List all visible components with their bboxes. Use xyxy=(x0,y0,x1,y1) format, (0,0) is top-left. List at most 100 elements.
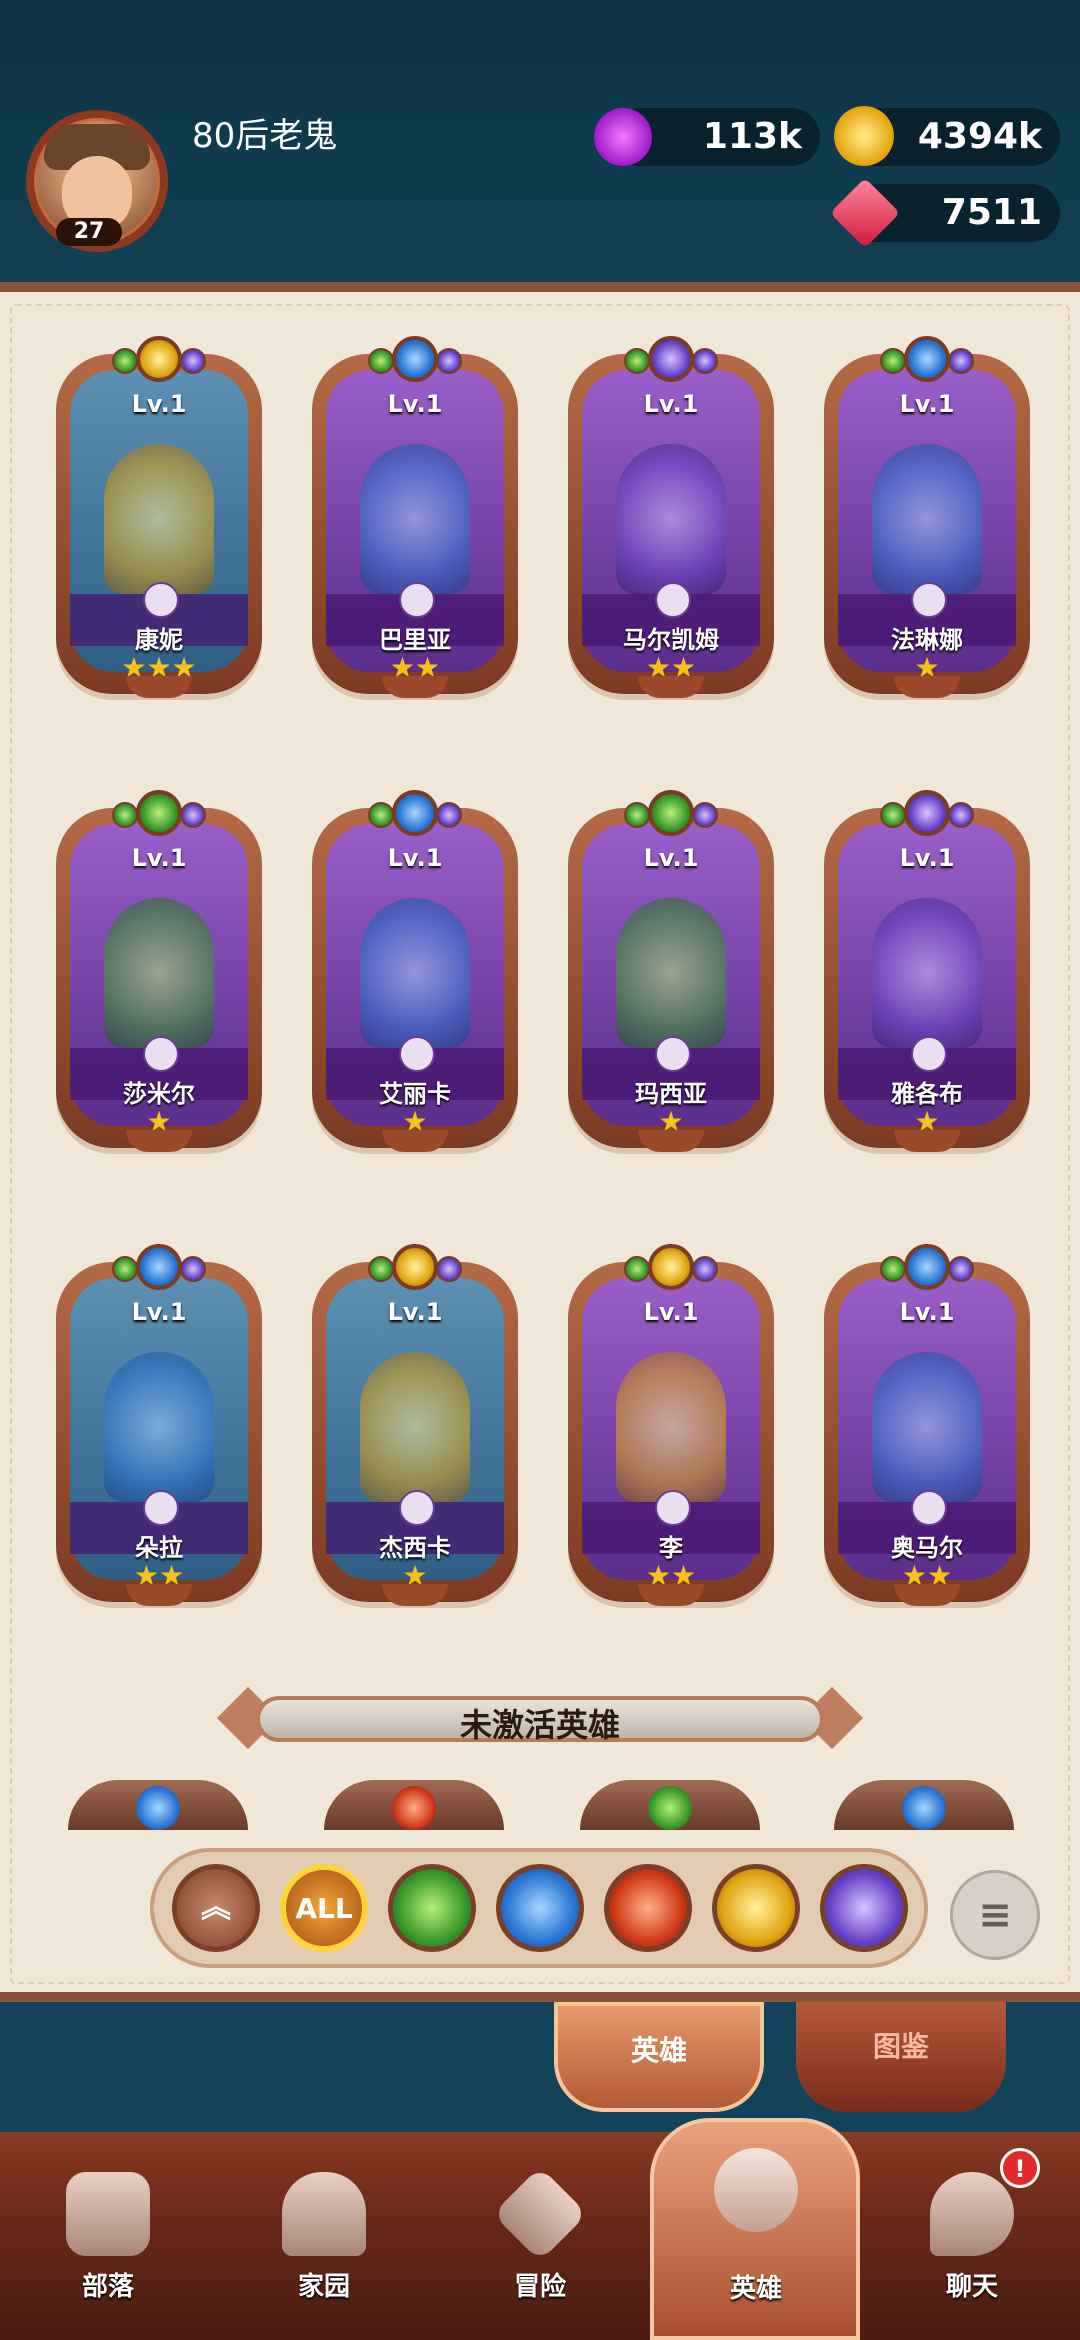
elixir-icon xyxy=(594,108,652,166)
nature-element-icon xyxy=(648,1786,692,1830)
hero-name: 艾丽卡 xyxy=(379,1080,451,1108)
hero-role-icon xyxy=(399,1036,435,1072)
hero-role-icon xyxy=(399,582,435,618)
nav-chat-label: 聊天 xyxy=(945,2272,998,2302)
inactive-hero-slot[interactable] xyxy=(68,1780,248,1830)
player-name: 80后老鬼 xyxy=(192,116,338,156)
hero-level: Lv.1 xyxy=(387,1298,443,1326)
hero-card-tip xyxy=(638,676,704,698)
element-side-icon xyxy=(436,802,462,828)
inactive-heroes-header: 未激活英雄 xyxy=(216,1686,864,1750)
hero-card[interactable]: Lv.1 法琳娜 ★ xyxy=(824,336,1030,706)
hero-role-icon xyxy=(399,1490,435,1526)
hero-role-icon xyxy=(911,1036,947,1072)
water-filter-button[interactable] xyxy=(496,1864,584,1952)
element-side-icon xyxy=(112,1256,138,1282)
hero-level: Lv.1 xyxy=(387,844,443,872)
nature-filter-button[interactable] xyxy=(388,1864,476,1952)
hero-card[interactable]: Lv.1 奥马尔 ★★ xyxy=(824,1244,1030,1614)
tab-codex[interactable]: 图鉴 xyxy=(796,2002,1006,2112)
hero-card[interactable]: Lv.1 巴里亚 ★★ xyxy=(312,336,518,706)
light-element-icon xyxy=(648,1244,694,1290)
hero-name: 奥马尔 xyxy=(891,1534,963,1562)
all-filter-button[interactable]: ALL xyxy=(280,1864,368,1952)
inactive-hero-slot[interactable] xyxy=(580,1780,760,1830)
inactive-heroes-title: 未激活英雄 xyxy=(459,1706,620,1744)
inactive-hero-slot[interactable] xyxy=(324,1780,504,1830)
hero-card[interactable]: Lv.1 朵拉 ★★ xyxy=(56,1244,262,1614)
inactive-hero-slot[interactable] xyxy=(834,1780,1014,1830)
hero-name: 法琳娜 xyxy=(891,626,963,654)
element-side-icon xyxy=(180,1256,206,1282)
hero-name: 朵拉 xyxy=(135,1534,183,1562)
water-element-icon xyxy=(904,1244,950,1290)
hero-card-tip xyxy=(894,1130,960,1152)
sort-button[interactable]: ≡ xyxy=(950,1870,1040,1960)
rank-up-filter-button[interactable]: ︽ xyxy=(172,1864,260,1952)
chat-icon xyxy=(930,2172,1014,2256)
gold-value: 4394k xyxy=(917,116,1042,157)
tribe-icon xyxy=(66,2172,150,2256)
element-side-icon xyxy=(368,348,394,374)
hero-figure xyxy=(360,1352,470,1502)
hero-figure xyxy=(872,898,982,1048)
dark-filter-button[interactable] xyxy=(820,1864,908,1952)
nav-home-label: 家园 xyxy=(297,2272,350,2302)
tab-heroes[interactable]: 英雄 xyxy=(554,2002,764,2112)
hero-figure xyxy=(872,1352,982,1502)
hero-figure xyxy=(616,1352,726,1502)
hero-level: Lv.1 xyxy=(643,844,699,872)
nav-heroes-label: 英雄 xyxy=(729,2274,782,2304)
light-element-icon xyxy=(392,1244,438,1290)
nav-heroes[interactable]: 英雄 xyxy=(666,2118,846,2304)
hero-card-tip xyxy=(382,1130,448,1152)
hero-card-tip xyxy=(638,1584,704,1606)
light-element-icon xyxy=(136,336,182,382)
gold-coin-icon xyxy=(834,106,894,166)
hero-card-tip xyxy=(382,676,448,698)
hero-figure xyxy=(360,898,470,1048)
nav-tribe[interactable]: 部落 xyxy=(18,2150,198,2330)
water-element-icon xyxy=(392,790,438,836)
nav-home[interactable]: 家园 xyxy=(234,2150,414,2330)
element-side-icon xyxy=(368,1256,394,1282)
nature-element-icon xyxy=(136,790,182,836)
water-element-icon xyxy=(136,1786,180,1830)
nav-adventure[interactable]: 冒险 xyxy=(450,2150,630,2330)
hero-card-tip xyxy=(894,1584,960,1606)
element-side-icon xyxy=(624,348,650,374)
hero-card[interactable]: Lv.1 艾丽卡 ★ xyxy=(312,790,518,1160)
hero-name: 康妮 xyxy=(135,626,183,654)
element-side-icon xyxy=(112,348,138,374)
hero-card[interactable]: Lv.1 雅各布 ★ xyxy=(824,790,1030,1160)
hero-card[interactable]: Lv.1 康妮 ★★★ xyxy=(56,336,262,706)
element-side-icon xyxy=(948,802,974,828)
hero-card-tip xyxy=(894,676,960,698)
light-filter-button[interactable] xyxy=(712,1864,800,1952)
hero-card-tip xyxy=(126,676,192,698)
element-side-icon xyxy=(436,348,462,374)
hero-card[interactable]: Lv.1 李 ★★ xyxy=(568,1244,774,1614)
hero-card[interactable]: Lv.1 杰西卡 ★ xyxy=(312,1244,518,1614)
tab-heroes-label: 英雄 xyxy=(630,2034,687,2067)
hero-card[interactable]: Lv.1 玛西亚 ★ xyxy=(568,790,774,1160)
hero-name: 巴里亚 xyxy=(379,626,451,654)
hero-figure xyxy=(872,444,982,594)
hero-role-icon xyxy=(143,582,179,618)
element-side-icon xyxy=(112,802,138,828)
hero-icon xyxy=(714,2148,798,2232)
element-side-icon xyxy=(624,802,650,828)
hero-card[interactable]: Lv.1 莎米尔 ★ xyxy=(56,790,262,1160)
hero-level: Lv.1 xyxy=(643,1298,699,1326)
fire-filter-button[interactable] xyxy=(604,1864,692,1952)
hero-role-icon xyxy=(911,1490,947,1526)
nav-adventure-label: 冒险 xyxy=(513,2272,566,2302)
element-side-icon xyxy=(948,348,974,374)
hero-figure xyxy=(104,1352,214,1502)
water-element-icon xyxy=(392,336,438,382)
hero-figure xyxy=(104,898,214,1048)
player-level-badge: 27 xyxy=(56,218,122,246)
hero-role-icon xyxy=(655,582,691,618)
adventure-icon xyxy=(492,2166,588,2262)
hero-card[interactable]: Lv.1 马尔凯姆 ★★ xyxy=(568,336,774,706)
